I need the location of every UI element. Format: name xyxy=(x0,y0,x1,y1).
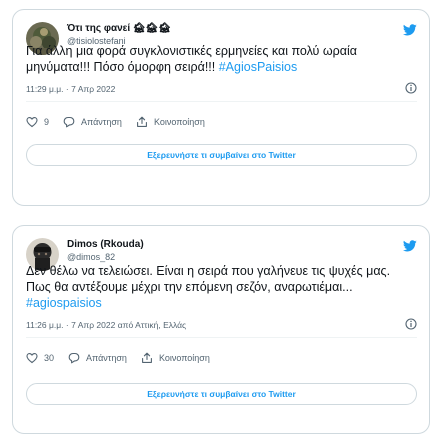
divider xyxy=(26,337,417,338)
reply-button[interactable]: Απάντηση xyxy=(68,352,127,364)
tweet-actions: 30 Απάντηση Κοινοποίηση xyxy=(26,350,417,366)
explore-twitter-button[interactable]: Εξερευνήστε τι συμβαίνει στο Twitter xyxy=(26,383,417,405)
like-button[interactable]: 30 xyxy=(26,352,54,364)
like-count: 9 xyxy=(44,117,50,127)
reply-icon xyxy=(68,352,80,364)
timestamp[interactable]: 11:26 μ.μ. · 7 Απρ 2022 από Αττική, Ελλά… xyxy=(26,320,186,330)
tweet-card: Dimos (Rkouda) @dimos_82 Δεν θέλω να τελ… xyxy=(12,225,430,434)
share-button[interactable]: Κοινοποίηση xyxy=(141,352,210,364)
heart-icon xyxy=(26,353,38,364)
reply-icon xyxy=(63,116,75,128)
hashtag-link[interactable]: #agiospaisios xyxy=(26,296,102,310)
display-name[interactable]: Ότι της φανεί 🏚🏚🏚 xyxy=(67,22,171,35)
tweet-meta: 11:29 μ.μ. · 7 Απρ 2022 xyxy=(26,82,417,95)
info-icon[interactable] xyxy=(405,82,417,94)
heart-icon xyxy=(26,117,38,128)
tweet-actions: 9 Απάντηση Κοινοποίηση xyxy=(26,114,417,130)
share-icon xyxy=(136,116,147,127)
hashtag-link[interactable]: #AgiosPaisios xyxy=(219,60,298,74)
info-icon[interactable] xyxy=(405,318,417,330)
display-name[interactable]: Dimos (Rkouda) xyxy=(67,238,144,251)
explore-twitter-button[interactable]: Εξερευνήστε τι συμβαίνει στο Twitter xyxy=(26,144,417,166)
reply-button[interactable]: Απάντηση xyxy=(63,116,122,128)
tweet-text: Δεν θέλω να τελειώσει. Είναι η σειρά που… xyxy=(26,263,417,311)
reply-label: Απάντηση xyxy=(81,117,122,127)
reply-label: Απάντηση xyxy=(86,353,127,363)
tweet-text: Για άλλη μια φορά συγκλονιστικές ερμηνεί… xyxy=(26,43,417,75)
tweet-card: Ότι της φανεί 🏚🏚🏚 @tisiolostefani Για άλ… xyxy=(12,9,430,206)
tweet-text-content: Δεν θέλω να τελειώσει. Είναι η σειρά που… xyxy=(26,264,391,294)
twitter-bird-icon[interactable] xyxy=(403,240,417,252)
divider xyxy=(26,101,417,102)
share-label: Κοινοποίηση xyxy=(153,117,205,127)
user-handle[interactable]: @dimos_82 xyxy=(67,251,144,263)
like-count: 30 xyxy=(44,353,55,363)
twitter-bird-icon[interactable] xyxy=(403,24,417,36)
share-label: Κοινοποίηση xyxy=(158,353,210,363)
tweet-text-content: Για άλλη μια φορά συγκλονιστικές ερμηνεί… xyxy=(26,44,357,74)
tweet-meta: 11:26 μ.μ. · 7 Απρ 2022 από Αττική, Ελλά… xyxy=(26,318,417,331)
share-icon xyxy=(141,352,152,363)
like-button[interactable]: 9 xyxy=(26,116,49,128)
timestamp[interactable]: 11:29 μ.μ. · 7 Απρ 2022 xyxy=(26,84,115,94)
share-button[interactable]: Κοινοποίηση xyxy=(136,116,205,128)
